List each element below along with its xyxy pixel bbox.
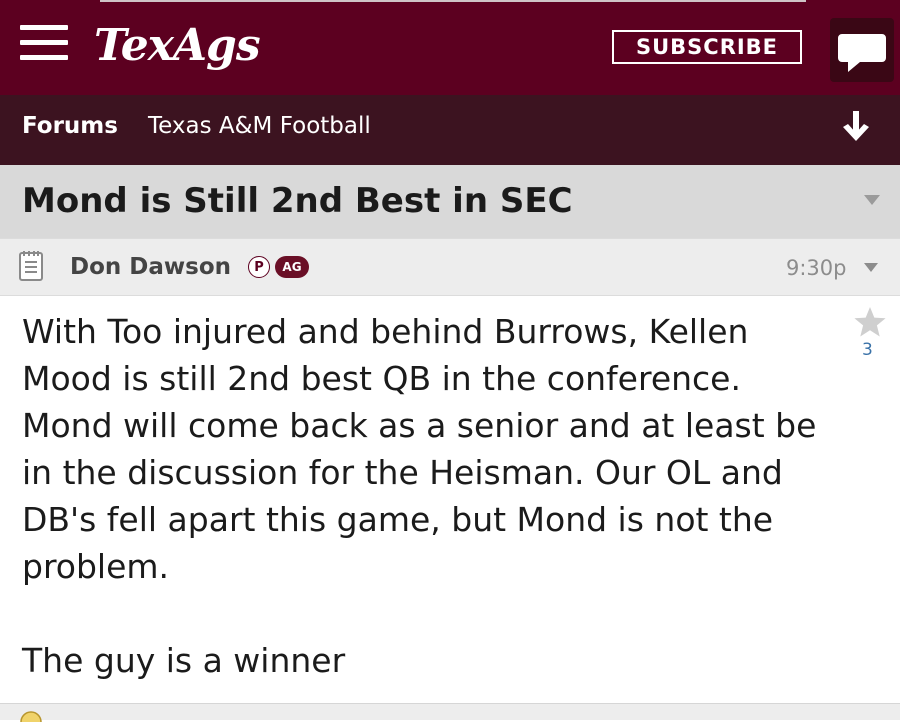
next-post-avatar-icon: [20, 711, 42, 722]
next-post-header: [0, 703, 900, 720]
caret-down-icon[interactable]: [864, 195, 880, 205]
post-body: With Too injured and behind Burrows, Kel…: [22, 308, 822, 684]
top-header: TexAgs SUBSCRIBE: [0, 0, 900, 95]
post-paragraph: With Too injured and behind Burrows, Kel…: [22, 312, 817, 586]
chat-button[interactable]: [830, 18, 894, 82]
hamburger-menu-icon[interactable]: [20, 25, 68, 63]
caret-down-icon[interactable]: [864, 263, 878, 272]
breadcrumb-forums-link[interactable]: Forums: [22, 95, 118, 157]
star-count[interactable]: 3: [862, 340, 873, 360]
star-icon[interactable]: [853, 306, 887, 338]
post-header: Don Dawson P AG 9:30p: [0, 238, 900, 296]
chat-bubble-icon: [838, 34, 886, 72]
post-author[interactable]: Don Dawson: [70, 239, 231, 295]
ag-badge: AG: [275, 256, 309, 278]
subscribe-button[interactable]: SUBSCRIBE: [612, 30, 802, 64]
breadcrumb-bar: Forums Texas A&M Football: [0, 95, 900, 165]
thread-title: Mond is Still 2nd Best in SEC: [22, 181, 573, 221]
notepad-icon: [19, 251, 43, 281]
top-divider: [100, 0, 806, 2]
post-time: 9:30p: [786, 256, 847, 280]
arrow-down-icon[interactable]: [838, 107, 874, 147]
site-logo[interactable]: TexAgs: [94, 18, 261, 74]
premium-badge: P: [248, 256, 270, 278]
thread-title-bar: Mond is Still 2nd Best in SEC: [0, 165, 900, 238]
breadcrumb-forum-link[interactable]: Texas A&M Football: [148, 95, 371, 157]
post-paragraph: The guy is a winner: [22, 641, 346, 680]
